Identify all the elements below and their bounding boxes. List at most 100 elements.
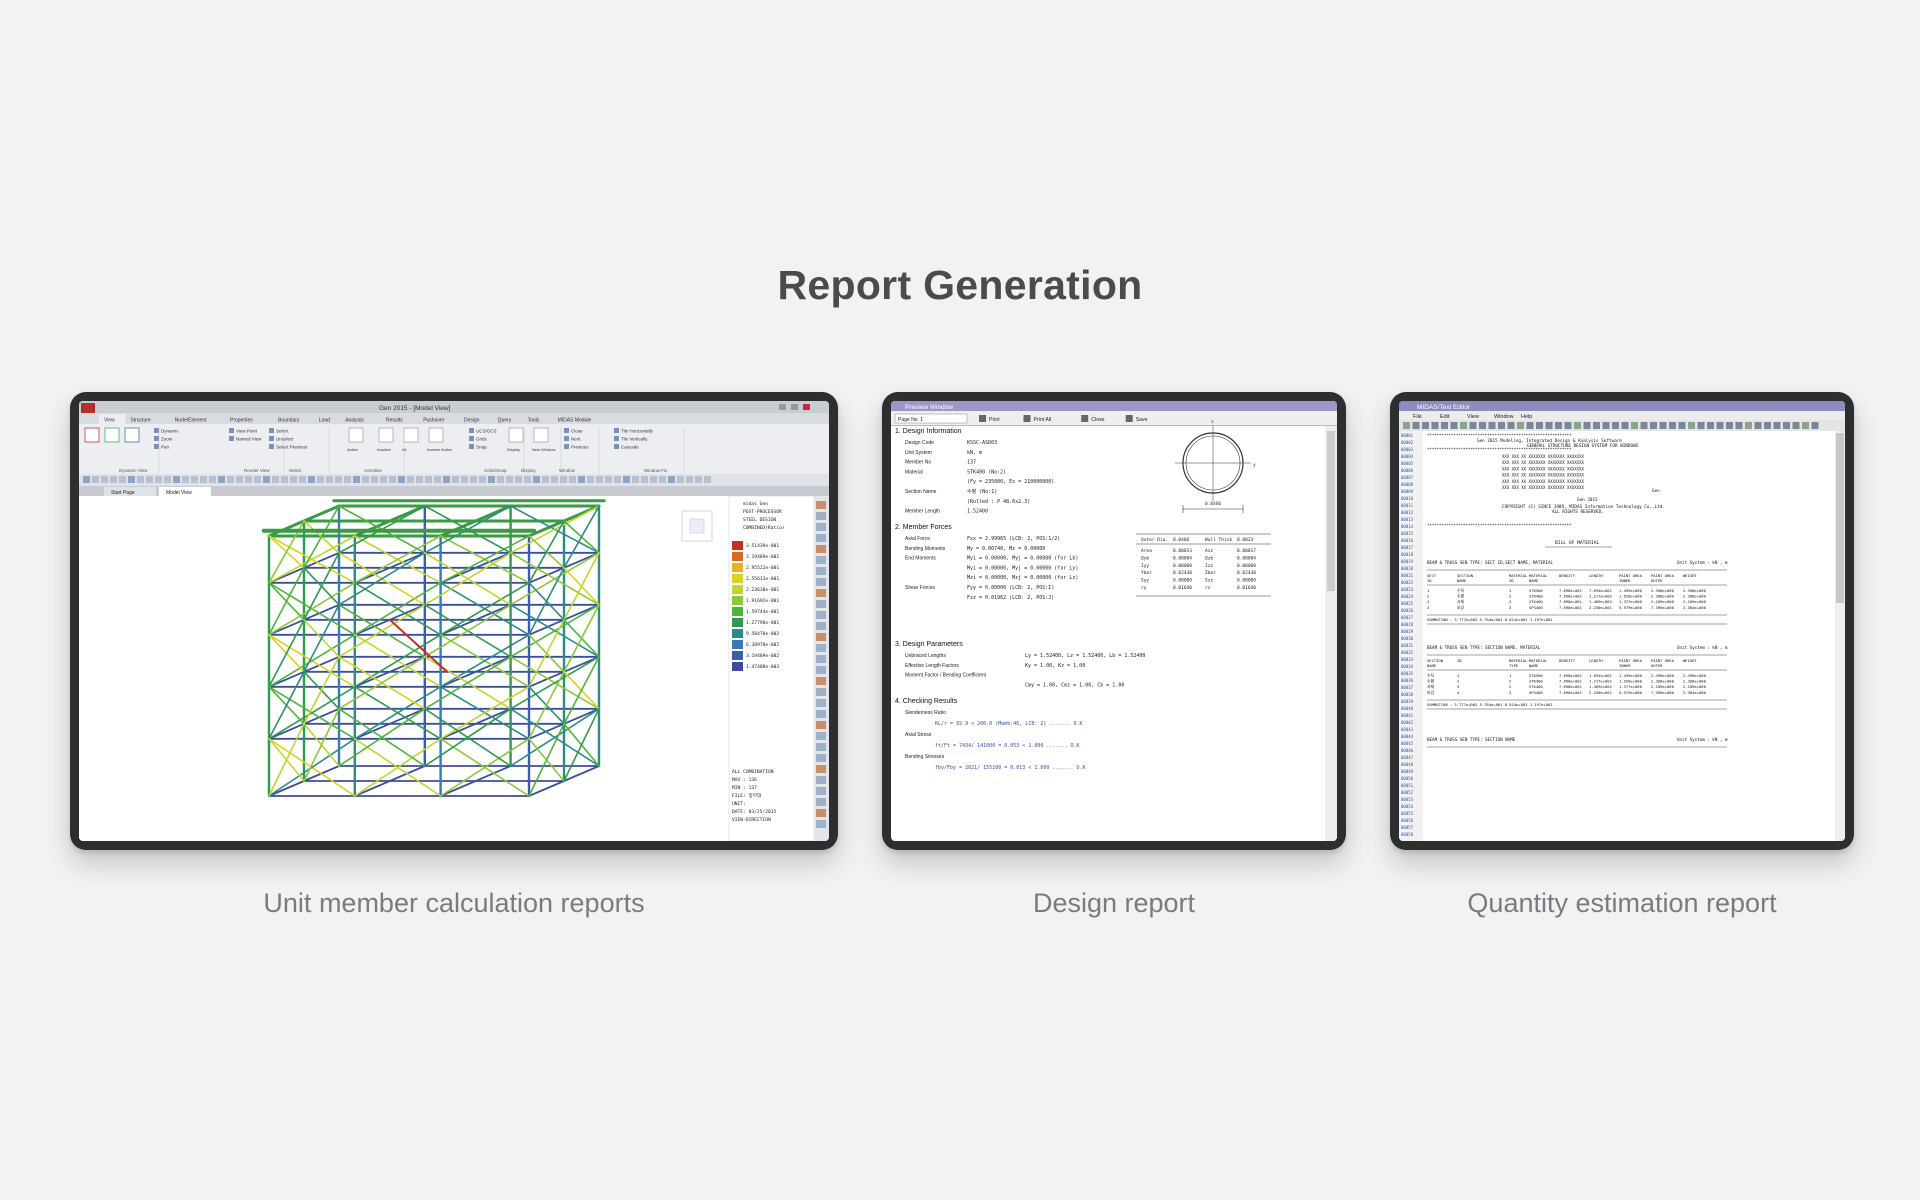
toolbar-button[interactable]: Print xyxy=(989,417,1000,423)
ribbon-tab[interactable]: Structure xyxy=(130,418,151,424)
toolbar-icon[interactable] xyxy=(1792,422,1800,429)
ribbon-tool-icon[interactable] xyxy=(269,428,274,433)
view-tool-icon[interactable] xyxy=(84,427,100,443)
toolbar-icon[interactable] xyxy=(137,476,144,483)
toolbar-icon[interactable] xyxy=(1650,422,1657,429)
toolbar-icon[interactable] xyxy=(272,476,279,483)
toolbar-icon[interactable] xyxy=(1507,422,1515,429)
toolbar-icon[interactable] xyxy=(1754,422,1762,429)
toolbar-icon[interactable] xyxy=(245,476,252,483)
toolbar-icon[interactable] xyxy=(335,476,342,483)
toolbar-icon[interactable] xyxy=(1450,422,1458,429)
toolbar-icon[interactable] xyxy=(326,476,333,483)
toolbar-icon[interactable] xyxy=(380,476,387,483)
toolbar-icon[interactable] xyxy=(1640,422,1648,429)
toolbar-icon[interactable] xyxy=(1479,422,1486,429)
toolbar-icon[interactable] xyxy=(146,476,153,483)
toolbar-icon[interactable] xyxy=(1460,422,1467,429)
toolbar-icon[interactable] xyxy=(200,476,207,483)
ribbon-tab[interactable]: Design xyxy=(464,418,480,424)
menu-item[interactable]: View xyxy=(1467,414,1479,420)
vertical-scrollbar[interactable] xyxy=(1836,433,1844,603)
ribbon-tab[interactable]: Tools xyxy=(528,418,540,424)
side-tool-icon[interactable] xyxy=(816,501,826,509)
toolbar-icon[interactable] xyxy=(1441,422,1448,429)
ribbon-tool-icon[interactable] xyxy=(378,427,394,443)
toolbar-icon[interactable] xyxy=(362,476,369,483)
toolbar-icon[interactable] xyxy=(1403,422,1410,429)
toolbar-icon[interactable] xyxy=(83,476,90,483)
ribbon-tab[interactable]: Results xyxy=(386,418,403,424)
toolbar-icon[interactable] xyxy=(506,476,513,483)
toolbar-icon[interactable] xyxy=(110,476,117,483)
side-tool-icon[interactable] xyxy=(816,600,826,608)
toolbar-icon[interactable] xyxy=(353,476,360,483)
toolbar-icon[interactable] xyxy=(119,476,126,483)
toolbar-icon[interactable] xyxy=(551,476,558,483)
toolbar-icon[interactable] xyxy=(1688,422,1695,429)
toolbar-icon[interactable] xyxy=(128,476,135,483)
side-tool-icon[interactable] xyxy=(816,732,826,740)
toolbar-icon[interactable] xyxy=(1488,422,1496,429)
toolbar-icon[interactable] xyxy=(641,476,648,483)
toolbar-icon[interactable] xyxy=(578,476,585,483)
toolbar-icon[interactable] xyxy=(317,476,324,483)
ribbon-tool-icon[interactable] xyxy=(614,428,619,433)
toolbar-icon[interactable] xyxy=(155,476,162,483)
toolbar-icon[interactable] xyxy=(1517,422,1524,429)
toolbar-icon[interactable] xyxy=(686,476,693,483)
toolbar-icon[interactable] xyxy=(1469,422,1477,429)
toolbar-icon[interactable] xyxy=(263,476,270,483)
toolbar-icon[interactable] xyxy=(1631,422,1638,429)
toolbar-icon[interactable] xyxy=(1412,422,1420,429)
toolbar-icon[interactable] xyxy=(1545,422,1553,429)
toolbar-icon[interactable] xyxy=(1498,422,1505,429)
side-tool-icon[interactable] xyxy=(816,534,826,542)
ribbon-tool-icon[interactable] xyxy=(614,436,619,441)
toolbar-icon[interactable] xyxy=(299,476,306,483)
toolbar-icon[interactable] xyxy=(524,476,531,483)
toolbar-icon[interactable] xyxy=(1697,422,1705,429)
toolbar-icon[interactable] xyxy=(218,476,225,483)
toolbar-icon[interactable] xyxy=(587,476,594,483)
ribbon-tool-icon[interactable] xyxy=(154,428,159,433)
toolbar-icon[interactable] xyxy=(452,476,459,483)
toolbar-icon[interactable] xyxy=(290,476,297,483)
toolbar-icon[interactable] xyxy=(1431,422,1439,429)
toolbar-icon[interactable] xyxy=(281,476,288,483)
toolbar-icon[interactable] xyxy=(650,476,657,483)
toolbar-icon[interactable] xyxy=(227,476,234,483)
toolbar-icon[interactable] xyxy=(668,476,675,483)
toolbar-icon[interactable] xyxy=(344,476,351,483)
toolbar-icon[interactable] xyxy=(389,476,396,483)
ribbon-tab[interactable]: Analysis xyxy=(345,418,364,424)
toolbar-icon[interactable] xyxy=(605,476,612,483)
ribbon-tool-icon[interactable] xyxy=(269,436,274,441)
ribbon-tool-icon[interactable] xyxy=(564,428,569,433)
side-tool-icon[interactable] xyxy=(816,721,826,729)
toolbar-icon[interactable] xyxy=(1621,422,1629,429)
ribbon-tab[interactable]: MIDAS Module xyxy=(558,418,592,424)
menu-item[interactable]: Edit xyxy=(1440,414,1450,420)
toolbar-icon[interactable] xyxy=(101,476,108,483)
menu-item[interactable]: File xyxy=(1413,414,1422,420)
side-tool-icon[interactable] xyxy=(816,655,826,663)
toolbar-icon[interactable] xyxy=(191,476,198,483)
side-tool-icon[interactable] xyxy=(816,677,826,685)
toolbar-icon[interactable] xyxy=(398,476,405,483)
toolbar-icon[interactable] xyxy=(1716,422,1724,429)
toolbar-icon[interactable] xyxy=(173,476,180,483)
menu-item[interactable]: Window xyxy=(1494,414,1514,420)
toolbar-icon[interactable] xyxy=(1659,422,1667,429)
toolbar-icon[interactable] xyxy=(1802,422,1809,429)
side-tool-icon[interactable] xyxy=(816,512,826,520)
toolbar-icon[interactable] xyxy=(425,476,432,483)
toolbar-icon[interactable] xyxy=(704,476,711,483)
ribbon-tool-icon[interactable] xyxy=(269,444,274,449)
toolbar-icon[interactable] xyxy=(1555,422,1562,429)
toolbar-icon[interactable] xyxy=(1564,422,1572,429)
ribbon-tab[interactable]: Properties xyxy=(230,418,253,424)
toolbar-button[interactable]: Close xyxy=(1091,417,1104,423)
toolbar-icon[interactable] xyxy=(542,476,549,483)
side-tool-icon[interactable] xyxy=(816,556,826,564)
